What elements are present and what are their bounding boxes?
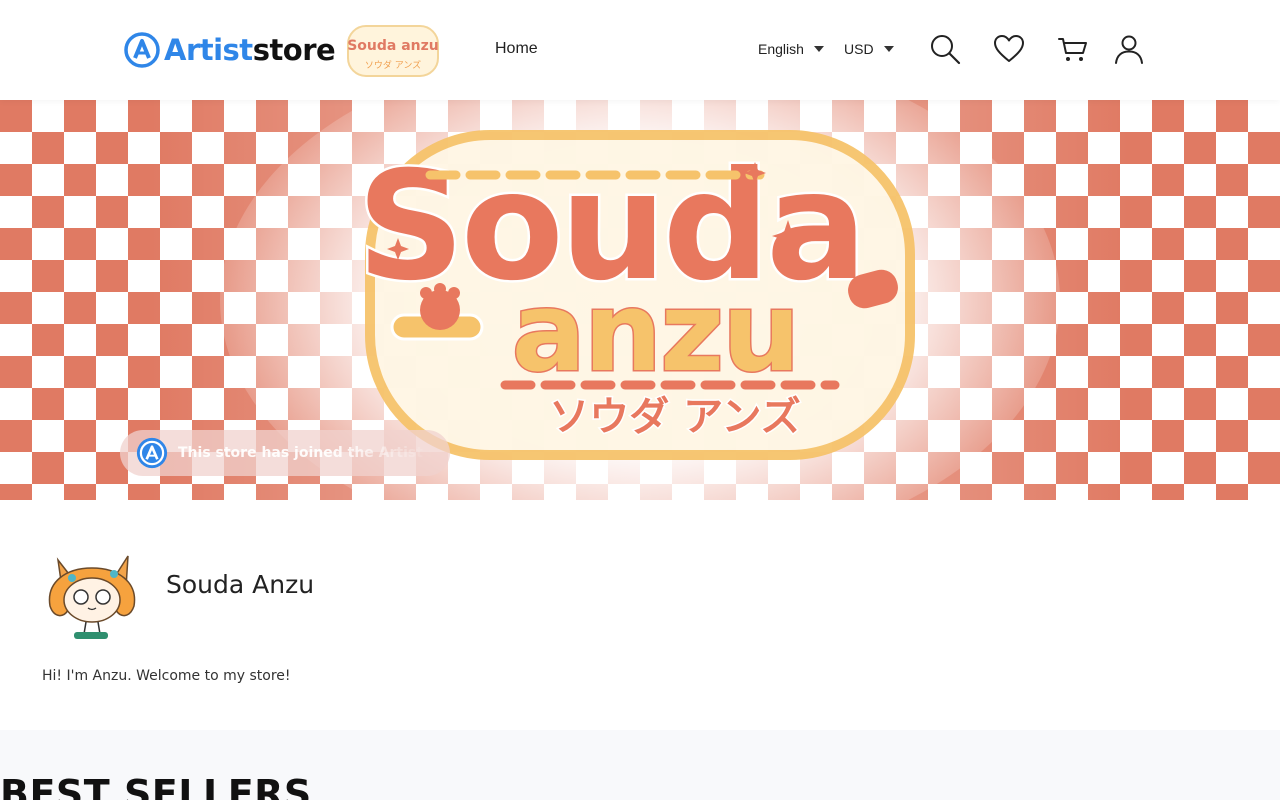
artiststore-logo[interactable]: Artiststore xyxy=(124,32,336,68)
logo-text-store: store xyxy=(252,33,336,67)
search-icon[interactable] xyxy=(929,33,961,65)
chevron-down-icon xyxy=(883,46,894,52)
banner-logo-katakana: ソウダ アンズ xyxy=(549,394,801,440)
nav-home-link[interactable]: Home xyxy=(495,40,538,58)
best-sellers-heading: BEST SELLERS xyxy=(0,772,312,800)
artiststore-badge-icon xyxy=(136,437,168,469)
svg-text:ソウダ アンズ: ソウダ アンズ xyxy=(365,59,421,71)
currency-value: USD xyxy=(844,41,874,57)
store-logo-badge[interactable]: Souda anzu ソウダ アンズ xyxy=(346,20,440,80)
chevron-down-icon xyxy=(813,46,824,52)
heart-icon[interactable] xyxy=(993,33,1025,65)
store-name: Souda Anzu xyxy=(166,570,315,599)
language-select[interactable]: English xyxy=(758,41,824,57)
banner-logo-line2: anzu xyxy=(512,268,799,396)
artiststore-joined-badge: This store has joined the Artist store xyxy=(120,430,450,476)
currency-select[interactable]: USD xyxy=(844,41,894,57)
store-logo-text: Souda anzu xyxy=(347,38,439,54)
user-icon[interactable] xyxy=(1113,33,1145,65)
language-value: English xyxy=(758,41,804,57)
joined-text: This store has joined the Artist store xyxy=(178,445,433,461)
store-avatar xyxy=(40,548,144,642)
souda-anzu-banner-logo: Souda anzu ソウダ アンズ xyxy=(354,130,915,460)
store-bio: Hi! I'm Anzu. Welcome to my store! xyxy=(42,668,291,684)
logo-text-artist: Artist xyxy=(164,33,253,67)
artiststore-logo-icon xyxy=(124,32,160,68)
cart-icon[interactable] xyxy=(1057,33,1089,65)
top-header: Artiststore Souda anzu ソウダ アンズ Home Engl… xyxy=(0,0,1280,100)
store-profile xyxy=(0,500,1280,728)
